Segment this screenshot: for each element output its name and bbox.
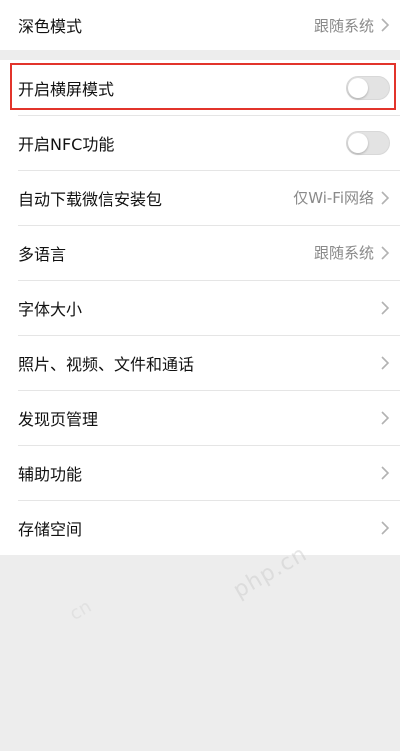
media-label: 照片、视频、文件和通话 <box>18 354 195 374</box>
language-value: 跟随系统 <box>313 244 374 262</box>
font-size-label: 字体大小 <box>18 299 83 319</box>
auto-download-value: 仅Wi-Fi网络 <box>293 189 374 207</box>
chevron-right-icon <box>381 465 390 480</box>
nfc-label: 开启NFC功能 <box>18 134 115 154</box>
toggle-knob <box>348 77 368 98</box>
accessibility-label: 辅助功能 <box>18 464 83 484</box>
landscape-mode-row: 开启横屏模式 <box>0 60 400 115</box>
dark-mode-right: 跟随系统 <box>314 15 390 36</box>
chevron-right-icon <box>381 245 390 260</box>
group-separator <box>0 50 400 60</box>
settings-page: 深色模式 跟随系统 开启横屏模式 开启NFC功能 自动下载微信安装包 仅Wi-F… <box>0 0 400 751</box>
discover-row[interactable]: 发现页管理 <box>0 390 400 445</box>
chevron-right-icon <box>381 300 390 315</box>
main-settings-group: 开启横屏模式 开启NFC功能 自动下载微信安装包 仅Wi-Fi网络 多语言 跟随… <box>0 60 400 555</box>
nfc-toggle[interactable] <box>346 130 390 155</box>
landscape-mode-toggle[interactable] <box>346 75 390 100</box>
accessibility-row[interactable]: 辅助功能 <box>0 445 400 500</box>
landscape-mode-label: 开启横屏模式 <box>18 79 115 99</box>
auto-download-right: 仅Wi-Fi网络 <box>293 187 390 208</box>
watermark-secondary: cn <box>66 596 96 625</box>
auto-download-row[interactable]: 自动下载微信安装包 仅Wi-Fi网络 <box>0 170 400 225</box>
chevron-right-icon <box>381 410 390 425</box>
dark-mode-label: 深色模式 <box>18 17 83 36</box>
toggle-knob <box>348 132 368 153</box>
chevron-right-icon <box>381 18 390 32</box>
language-row[interactable]: 多语言 跟随系统 <box>0 225 400 280</box>
storage-label: 存储空间 <box>18 519 83 539</box>
auto-download-label: 自动下载微信安装包 <box>18 189 163 209</box>
media-row[interactable]: 照片、视频、文件和通话 <box>0 335 400 390</box>
language-right: 跟随系统 <box>314 242 390 263</box>
language-label: 多语言 <box>18 244 67 264</box>
font-size-row[interactable]: 字体大小 <box>0 280 400 335</box>
chevron-right-icon <box>381 355 390 370</box>
nfc-row: 开启NFC功能 <box>0 115 400 170</box>
discover-label: 发现页管理 <box>18 409 99 429</box>
dark-mode-row[interactable]: 深色模式 跟随系统 <box>0 0 400 50</box>
chevron-right-icon <box>381 190 390 205</box>
chevron-right-icon <box>381 520 390 535</box>
top-settings-group: 深色模式 跟随系统 <box>0 0 400 50</box>
dark-mode-value: 跟随系统 <box>313 16 374 35</box>
storage-row[interactable]: 存储空间 <box>0 500 400 555</box>
